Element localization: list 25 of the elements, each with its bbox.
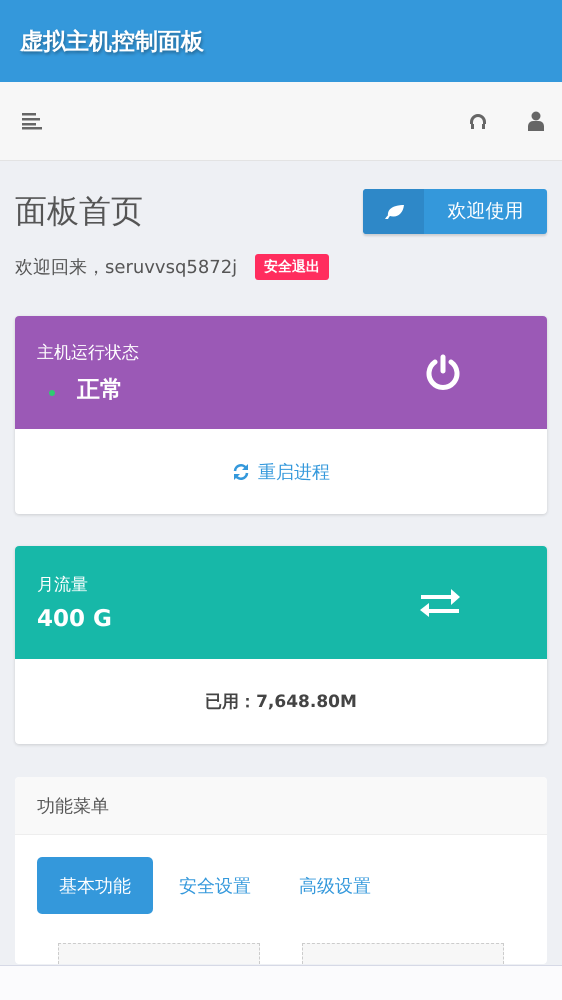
welcome-button[interactable]: 欢迎使用	[363, 189, 547, 234]
menu-tile[interactable]	[58, 943, 260, 964]
exchange-icon	[419, 588, 461, 618]
logout-button[interactable]: 安全退出	[255, 254, 330, 280]
menu-icon[interactable]	[22, 112, 44, 130]
status-label: 主机运行状态	[37, 342, 139, 364]
used-traffic: 已用：7,648.80M	[205, 691, 357, 713]
status-value: 正常	[77, 376, 123, 404]
leaf-icon	[382, 204, 404, 220]
menu-tile[interactable]	[302, 943, 504, 964]
menu-title: 功能菜单	[37, 794, 109, 818]
traffic-value: 400 G	[37, 606, 112, 632]
headphones-icon[interactable]	[468, 112, 488, 130]
greeting-text: 欢迎回来，seruvvsq5872j	[15, 256, 238, 279]
refresh-icon	[232, 462, 250, 480]
menu-tab[interactable]: 安全设置	[157, 857, 273, 914]
page-title: 面板首页	[15, 190, 143, 232]
power-icon	[425, 354, 461, 392]
menu-tab[interactable]: 高级设置	[277, 857, 393, 914]
traffic-label: 月流量	[37, 574, 89, 596]
restart-link[interactable]: 重启进程	[232, 460, 330, 484]
menu-tab[interactable]: 基本功能	[37, 857, 153, 914]
user-icon[interactable]	[528, 111, 544, 131]
status-dot-icon	[49, 390, 55, 396]
app-title: 虚拟主机控制面板	[20, 28, 204, 56]
